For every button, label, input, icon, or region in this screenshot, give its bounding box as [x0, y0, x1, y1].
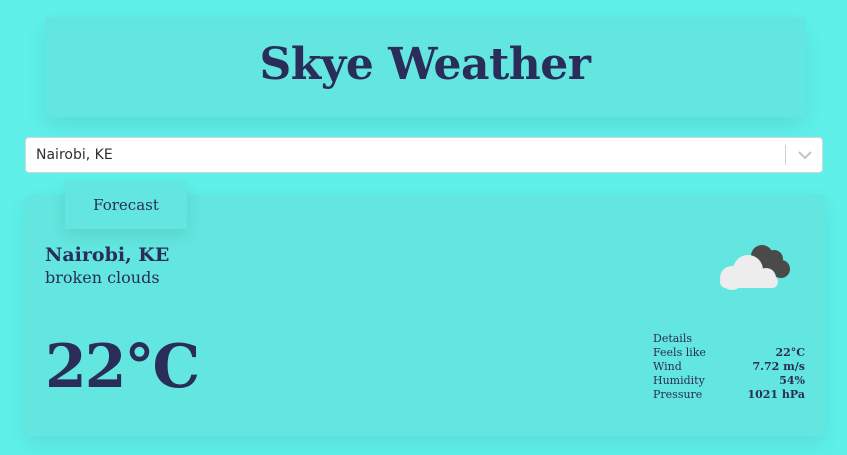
detail-row-wind: Wind 7.72 m/s [653, 360, 805, 374]
detail-value: 1021 hPa [747, 388, 805, 401]
details-panel: Details Feels like 22°C Wind 7.72 m/s Hu… [653, 332, 805, 402]
detail-label: Feels like [653, 346, 706, 359]
temperature: 22°C [45, 332, 200, 402]
city-select[interactable]: Nairobi, KE [25, 137, 823, 173]
city-select-value: Nairobi, KE [36, 147, 113, 163]
app-title: Skye Weather [259, 38, 591, 90]
select-divider [785, 145, 786, 165]
detail-row-humidity: Humidity 54% [653, 374, 805, 388]
weather-description: broken clouds [45, 268, 160, 287]
detail-label: Wind [653, 360, 682, 373]
detail-value: 54% [779, 374, 805, 387]
detail-label: Humidity [653, 374, 705, 387]
current-city: Nairobi, KE [45, 244, 170, 266]
details-title: Details [653, 332, 692, 345]
detail-value: 22°C [775, 346, 805, 359]
detail-row-pressure: Pressure 1021 hPa [653, 388, 805, 402]
tab-forecast[interactable]: Forecast [65, 181, 187, 229]
detail-label: Pressure [653, 388, 703, 401]
detail-value: 7.72 m/s [752, 360, 805, 373]
broken-clouds-icon [718, 240, 794, 292]
chevron-down-icon[interactable] [794, 144, 816, 166]
detail-row-feels-like: Feels like 22°C [653, 346, 805, 360]
app-header: Skye Weather [45, 17, 805, 117]
